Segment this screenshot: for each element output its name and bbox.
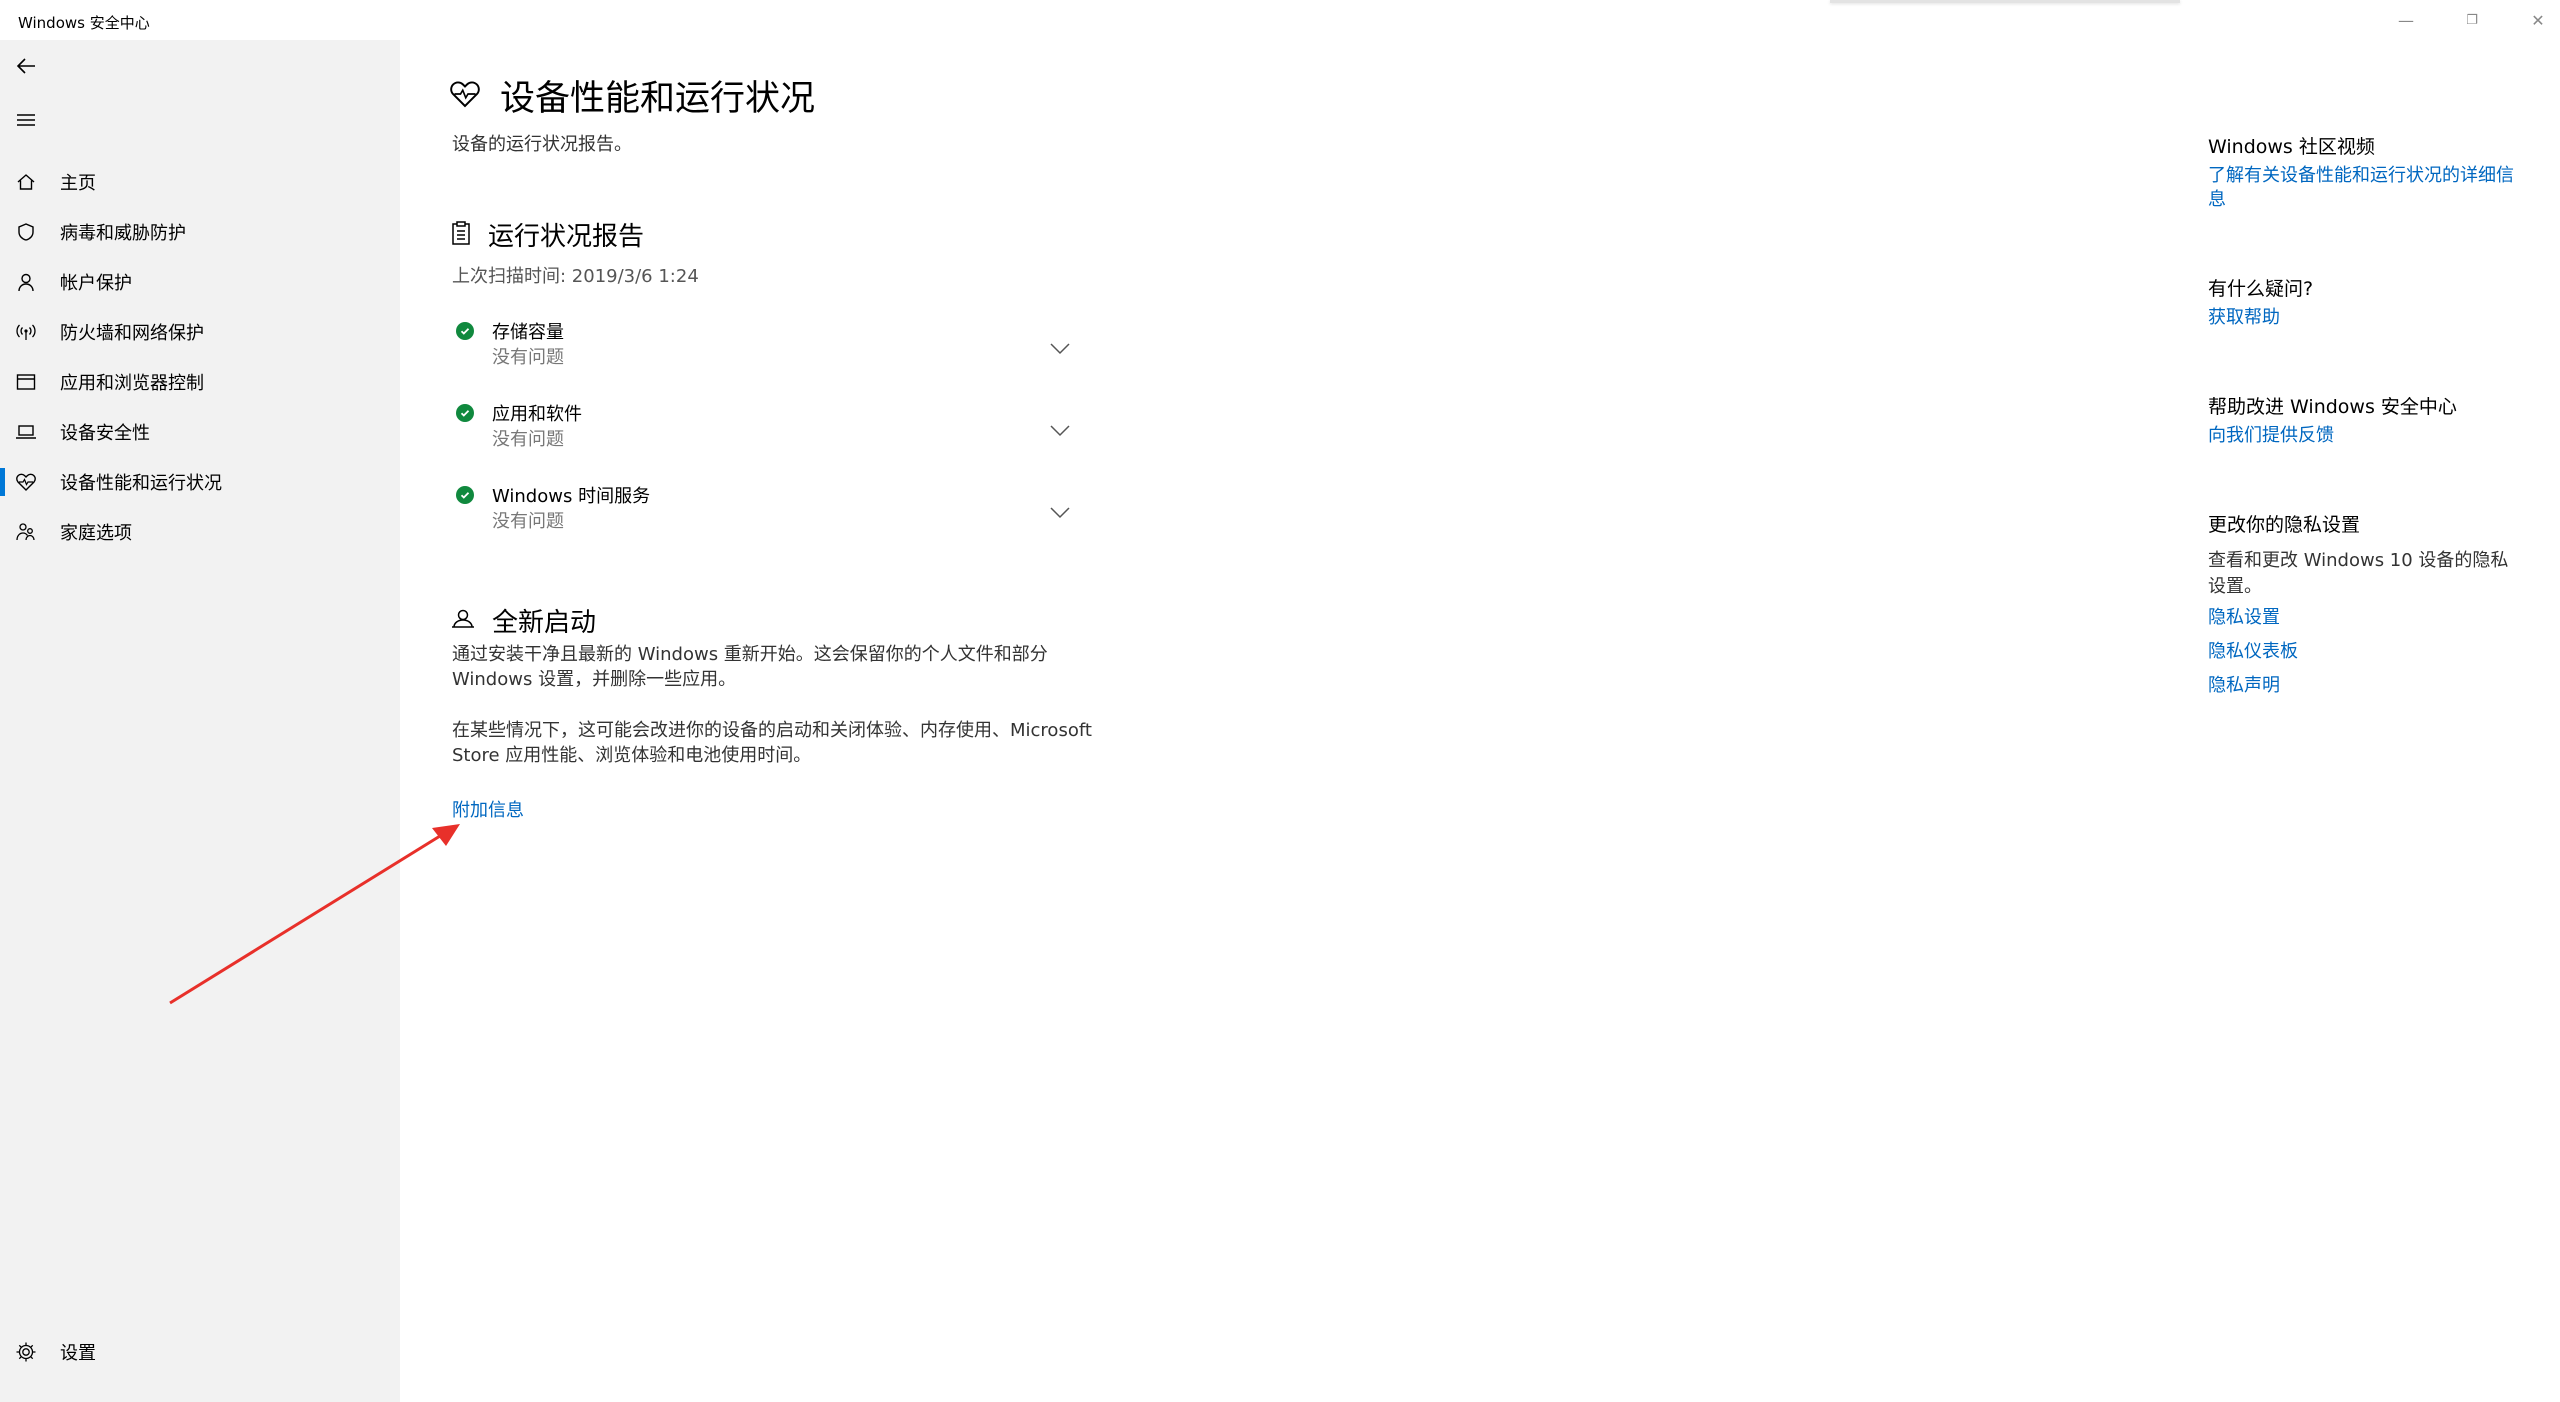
- back-arrow-icon[interactable]: [14, 54, 38, 78]
- close-button[interactable]: ✕: [2518, 8, 2558, 32]
- wireless-signal-icon: [14, 320, 38, 344]
- active-indicator: [0, 468, 5, 496]
- privacy-description: 查看和更改 Windows 10 设备的隐私设置。: [2208, 550, 2509, 597]
- family-icon: [14, 520, 38, 544]
- hamburger-menu-icon[interactable]: [14, 108, 38, 132]
- improve-heading: 帮助改进 Windows 安全中心: [2208, 396, 2457, 418]
- sidebar-item-label: 设备性能和运行状况: [60, 473, 222, 494]
- health-report-header: 运行状况报告: [450, 216, 644, 253]
- report-item-status: 没有问题: [492, 511, 564, 532]
- sidebar-item-home[interactable]: 主页: [0, 160, 400, 204]
- sidebar-item-app-browser-control[interactable]: 应用和浏览器控制: [0, 360, 400, 404]
- sidebar-item-label: 应用和浏览器控制: [60, 373, 204, 394]
- sidebar-item-device-performance[interactable]: 设备性能和运行状况: [0, 460, 400, 504]
- sidebar-item-label: 主页: [60, 173, 96, 194]
- report-item-storage[interactable]: 存储容量 没有问题: [456, 318, 1072, 378]
- sidebar-item-device-security[interactable]: 设备安全性: [0, 410, 400, 454]
- last-scan-time: 上次扫描时间: 2019/3/6 1:24: [452, 266, 699, 287]
- checkmark-icon: [456, 486, 474, 504]
- heart-pulse-icon: [448, 79, 482, 113]
- main-content: 设备性能和运行状况 设备的运行状况报告。 运行状况报告 上次扫描时间: 2019…: [400, 40, 2120, 1402]
- sidebar-item-settings[interactable]: 设置: [0, 1330, 400, 1374]
- heart-pulse-icon: [14, 470, 38, 494]
- page-subtitle: 设备的运行状况报告。: [452, 134, 632, 155]
- gear-icon: [14, 1340, 38, 1364]
- report-item-name: Windows 时间服务: [492, 486, 651, 507]
- sidebar-item-account-protection[interactable]: 帐户保护: [0, 260, 400, 304]
- person-icon: [14, 270, 38, 294]
- community-videos-heading: Windows 社区视频: [2208, 136, 2375, 158]
- title-bar: Windows 安全中心 — ❐ ✕: [0, 0, 2560, 40]
- home-icon: [14, 170, 38, 194]
- sidebar-item-label: 帐户保护: [60, 273, 132, 294]
- sidebar-item-family-options[interactable]: 家庭选项: [0, 510, 400, 554]
- report-item-apps-software[interactable]: 应用和软件 没有问题: [456, 400, 1072, 460]
- sidebar-item-label: 设备安全性: [60, 423, 150, 444]
- learn-more-link[interactable]: 了解有关设备性能和运行状况的详细信息: [2208, 164, 2518, 212]
- fresh-start-icon: [450, 607, 476, 635]
- restore-button[interactable]: ❐: [2452, 8, 2492, 32]
- chevron-down-icon[interactable]: [1048, 422, 1072, 442]
- fresh-start-details: 在某些情况下，这可能会改进你的设备的启动和关闭体验、内存使用、Microsoft…: [452, 720, 1092, 766]
- fresh-start-description: 通过安装干净且最新的 Windows 重新开始。这会保留你的个人文件和部分 Wi…: [452, 644, 1048, 690]
- give-feedback-link[interactable]: 向我们提供反馈: [2208, 424, 2518, 448]
- questions-heading: 有什么疑问?: [2208, 278, 2314, 300]
- page-title: 设备性能和运行状况: [500, 79, 816, 119]
- chevron-down-icon[interactable]: [1048, 504, 1072, 524]
- minimize-button[interactable]: —: [2386, 8, 2426, 32]
- checkmark-icon: [456, 404, 474, 422]
- get-help-link[interactable]: 获取帮助: [2208, 306, 2518, 330]
- privacy-settings-link[interactable]: 隐私设置: [2208, 606, 2518, 630]
- sidebar-item-label: 防火墙和网络保护: [60, 323, 204, 344]
- health-report-title: 运行状况报告: [488, 222, 645, 252]
- browser-window-icon: [14, 370, 38, 394]
- privacy-heading: 更改你的隐私设置: [2208, 514, 2361, 536]
- report-item-name: 存储容量: [492, 322, 564, 343]
- sidebar-item-label: 家庭选项: [60, 523, 132, 544]
- privacy-dashboard-link[interactable]: 隐私仪表板: [2208, 640, 2518, 664]
- checkmark-icon: [456, 322, 474, 340]
- report-item-time-service[interactable]: Windows 时间服务 没有问题: [456, 482, 1072, 542]
- fresh-start-title: 全新启动: [492, 608, 597, 638]
- report-item-name: 应用和软件: [492, 404, 582, 425]
- sidebar-item-label: 设置: [60, 1343, 96, 1364]
- report-item-status: 没有问题: [492, 347, 564, 368]
- privacy-statement-link[interactable]: 隐私声明: [2208, 674, 2518, 698]
- sidebar-item-firewall[interactable]: 防火墙和网络保护: [0, 310, 400, 354]
- sidebar-item-virus-protection[interactable]: 病毒和威胁防护: [0, 210, 400, 254]
- app-title: Windows 安全中心: [18, 14, 150, 32]
- additional-info-link[interactable]: 附加信息: [452, 796, 524, 822]
- shield-icon: [14, 220, 38, 244]
- page-header: 设备性能和运行状况: [448, 70, 815, 121]
- fresh-start-header: 全新启动: [450, 602, 596, 639]
- clipboard-icon: [450, 220, 472, 250]
- laptop-icon: [14, 420, 38, 444]
- chevron-down-icon[interactable]: [1048, 340, 1072, 360]
- floating-popup-edge: [1830, 0, 2180, 3]
- sidebar-item-label: 病毒和威胁防护: [60, 223, 186, 244]
- report-item-status: 没有问题: [492, 429, 564, 450]
- sidebar: 主页 病毒和威胁防护 帐户保护 防火墙和网络保护 应用和浏览器控制 设备安全性: [0, 40, 400, 1402]
